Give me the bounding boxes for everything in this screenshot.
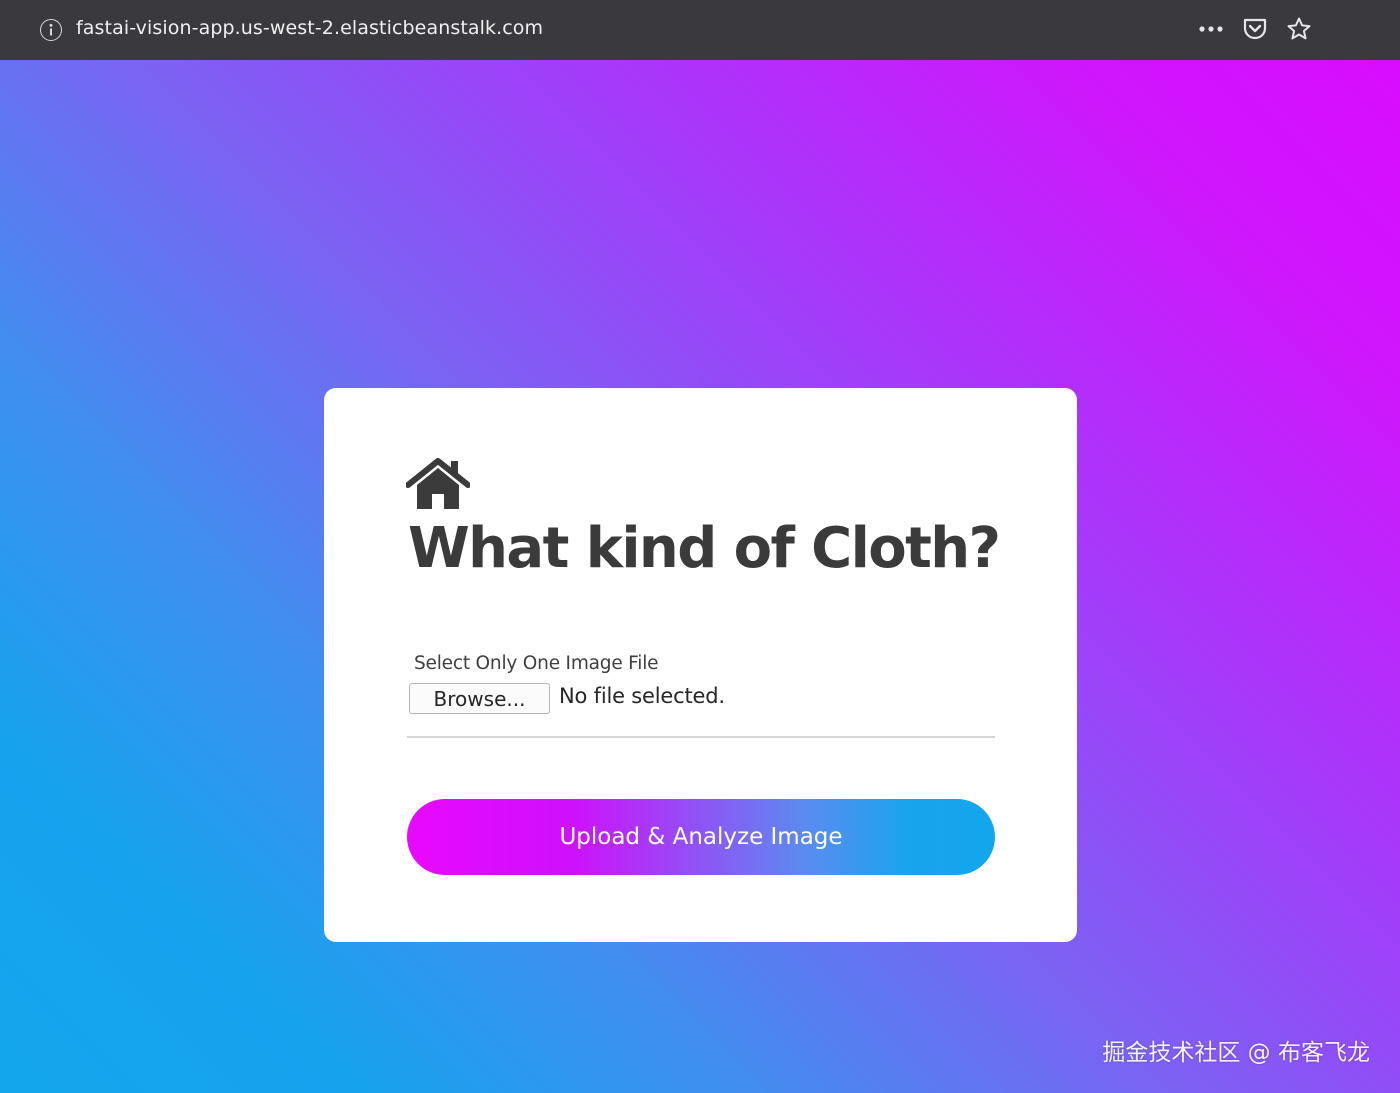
browser-toolbar: fastai-vision-app.us-west-2.elasticbeans… [0, 0, 1400, 60]
page-background: What kind of Cloth? Select Only One Imag… [0, 60, 1400, 1093]
upload-card: What kind of Cloth? Select Only One Imag… [324, 388, 1077, 942]
watermark: 掘金技术社区 @ 布客飞龙 [1102, 1040, 1370, 1066]
file-input-label: Select Only One Image File [414, 653, 659, 674]
info-icon[interactable] [40, 19, 62, 41]
pocket-icon[interactable] [1242, 14, 1268, 44]
toolbar-actions [1198, 14, 1312, 44]
file-status-text: No file selected. [559, 684, 725, 708]
divider [407, 736, 995, 738]
browse-button[interactable]: Browse... [409, 683, 550, 714]
upload-button-label: Upload & Analyze Image [559, 824, 843, 850]
home-icon[interactable] [405, 457, 471, 511]
bookmark-star-icon[interactable] [1286, 14, 1312, 44]
upload-analyze-button[interactable]: Upload & Analyze Image [407, 799, 995, 875]
more-actions-icon[interactable] [1198, 14, 1224, 44]
page-title: What kind of Cloth? [408, 516, 1001, 581]
url-bar-text[interactable]: fastai-vision-app.us-west-2.elasticbeans… [76, 17, 543, 39]
